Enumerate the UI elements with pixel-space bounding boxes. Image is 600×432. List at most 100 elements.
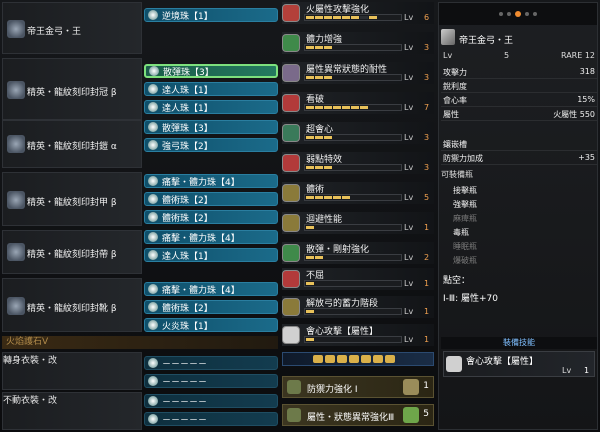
decoration-slot[interactable]: －－－－－ [144,394,278,408]
mantle-slot[interactable]: 不動衣裝・改 [2,392,142,430]
ammo-title: 可裝備瓶 [441,170,473,179]
skill-row[interactable]: 會心攻擊【屬性】 Lv 1 [282,324,434,346]
skill-row[interactable]: 不屈 Lv 1 [282,268,434,290]
decoration-slot[interactable]: 體術珠【2】 [144,210,278,224]
set-bonus-row[interactable]: 防禦力強化 Ⅰ 1 [282,376,434,398]
jewel-icon [148,84,158,94]
decoration-slot[interactable]: 散彈珠【3】 [144,64,278,78]
skill-row[interactable]: 體術 Lv 5 [282,182,434,204]
jewel-icon [148,320,158,330]
jewel-icon [148,10,158,20]
stat-key: 鑲嵌槽 [443,140,467,149]
decoration-slot[interactable]: 達人珠【1】 [144,82,278,96]
stat-key: 防禦力加成 [443,154,483,163]
equip-slot-weapon[interactable]: 帝王金弓・王 [2,2,142,54]
stat-row: 屬性 火屬性 550 [441,109,597,121]
skill-level: 2 [424,253,430,262]
decoration-slot[interactable]: 體術珠【2】 [144,300,278,314]
skill-lv: Lv [404,73,414,82]
decoration-slot[interactable]: －－－－－ [144,374,278,388]
skill-row[interactable]: 散彈・剛射強化 Lv 2 [282,242,434,264]
decoration-slot[interactable]: 強弓珠【2】 [144,138,278,152]
skill-gauge [304,224,402,231]
equip-slot-head[interactable]: 精英・龍紋刻印封冠 β [2,58,142,120]
skill-gauge [304,336,402,343]
skill-icon [282,326,300,344]
skill-gauge [304,194,402,201]
skill-icon [282,154,300,172]
decoration-slot[interactable]: －－－－－ [144,412,278,426]
equip-skill-row[interactable]: 會心攻擊【屬性】 Lv 1 [443,351,595,377]
equip-name: 精英・龍紋刻印封靴 β [27,304,117,314]
deco-label: 達人珠【1】 [162,251,213,262]
deco-label: 散彈珠【3】 [163,67,214,78]
skill-level: 1 [424,335,430,344]
deco-label: －－－－－ [162,415,208,426]
skill-row[interactable]: 超會心 Lv 3 [282,122,434,144]
skill-gauge [304,164,402,171]
equip-slot-arms[interactable]: 精英・龍紋刻印封甲 β [2,172,142,226]
piece-badge-icon [403,407,419,423]
skill-level: 3 [424,163,430,172]
charm-slot[interactable]: 火焰護石Ⅴ [2,336,278,349]
skill-icon [282,184,300,202]
jewel-icon [148,122,158,132]
jewel-icon [148,358,158,368]
decoration-slot[interactable]: 痛擊・體力珠【4】 [144,230,278,244]
notes-text: Ⅰ-Ⅲ: 屬性+70 [443,294,498,304]
skill-row[interactable]: 屬性異常狀態的耐性 Lv 3 [282,62,434,84]
stat-value: 318 [579,67,595,76]
decoration-slot[interactable]: 散彈珠【3】 [144,120,278,134]
jewel-icon [148,140,158,150]
belt-icon [7,243,25,261]
deco-label: 達人珠【1】 [162,85,213,96]
mantle-slot[interactable]: 轉身衣裝・改 [2,352,142,390]
jewel-icon [148,250,158,260]
decoration-slot[interactable]: 痛擊・體力珠【4】 [144,174,278,188]
skill-row[interactable]: 迴避性能 Lv 1 [282,212,434,234]
jewel-icon [148,102,158,112]
skill-lv: Lv [404,223,414,232]
skill-row[interactable]: 解放弓的蓄力階段 Lv 1 [282,296,434,318]
stat-key: 銳利度 [443,82,467,91]
skill-icon [282,64,300,82]
jewel-icon [149,66,159,76]
jewel-icon [148,176,158,186]
equip-slot-chest[interactable]: 精英・龍紋刻印封鎧 α [2,120,142,168]
decoration-slot[interactable]: 達人珠【1】 [144,100,278,114]
decoration-slot[interactable]: －－－－－ [144,356,278,370]
skill-gauge [304,74,402,81]
decoration-slot[interactable]: 體術珠【2】 [144,192,278,206]
deco-label: 體術珠【2】 [162,213,213,224]
equip-name: 精英・龍紋刻印封冠 β [27,88,117,98]
equip-skill-level: 1 [584,366,590,375]
skill-level: 1 [424,223,430,232]
deco-label: －－－－－ [162,397,208,408]
equip-name: 精英・龍紋刻印封甲 β [27,198,117,208]
skill-icon [446,356,462,372]
deco-label: 痛擊・體力珠【4】 [162,233,240,244]
equip-slot-legs[interactable]: 精英・龍紋刻印封靴 β [2,278,142,332]
skill-row[interactable]: 火屬性攻擊強化 Lv 6 [282,2,434,24]
mantle-name: 不動衣裝・改 [3,396,58,406]
skill-gauge [304,44,402,51]
skill-row[interactable]: 看破 Lv 7 [282,92,434,114]
equip-slot-waist[interactable]: 精英・龍紋刻印封帶 β [2,230,142,274]
skill-gauge [304,280,402,287]
stat-row: 銳利度 [441,81,597,93]
jewel-icon [148,212,158,222]
skill-row[interactable]: 弱點特效 Lv 3 [282,152,434,174]
skill-icon [282,298,300,316]
decoration-slot[interactable]: 逆境珠【1】 [144,8,278,22]
deco-label: 逆境珠【1】 [162,11,213,22]
decoration-slot[interactable]: 達人珠【1】 [144,248,278,262]
decoration-slot[interactable]: 痛擊・體力珠【4】 [144,282,278,296]
skill-row[interactable]: 體力增強 Lv 3 [282,32,434,54]
mantle-name: 轉身衣裝・改 [3,356,58,366]
equip-skill-title: 裝備技能 [441,337,597,349]
decoration-slot[interactable]: 火炎珠【1】 [144,318,278,332]
skill-lv: Lv [404,133,414,142]
set-bonus-row[interactable]: 屬性・狀態異常強化Ⅲ 5 [282,404,434,426]
page-indicator [439,3,597,25]
deco-label: 散彈珠【3】 [162,123,213,134]
